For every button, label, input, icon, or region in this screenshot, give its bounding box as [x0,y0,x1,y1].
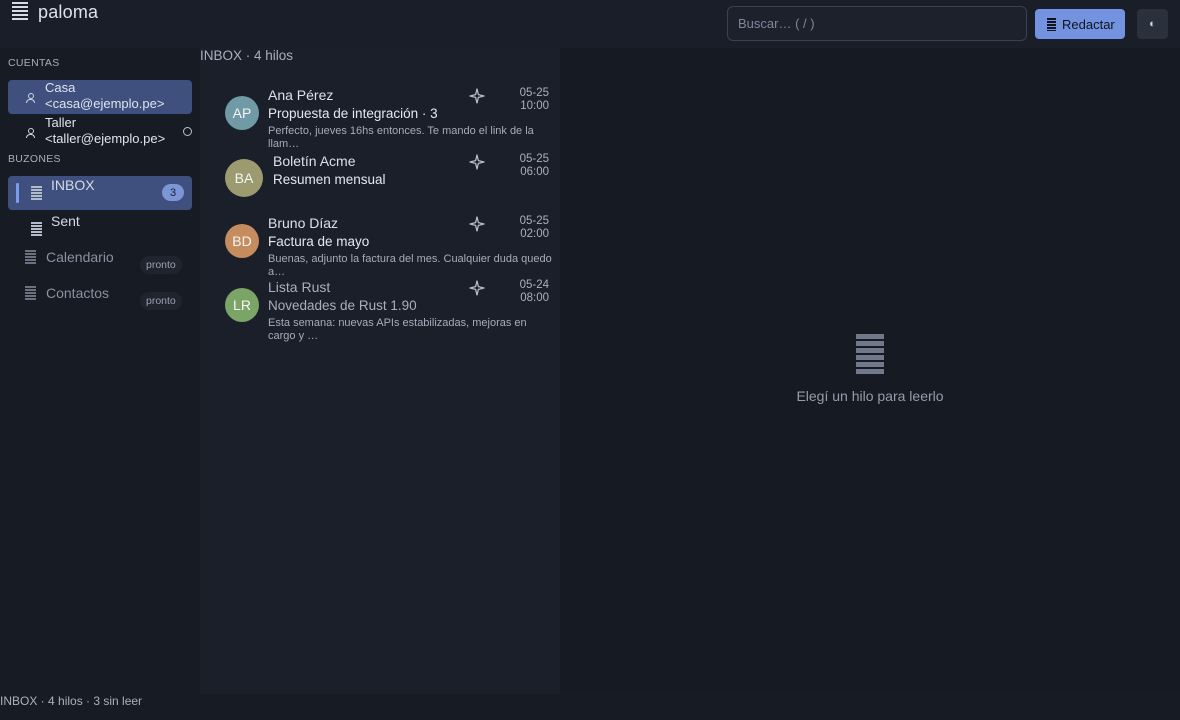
account-item-taller[interactable]: Taller <taller@ejemplo.pe> [8,115,192,149]
search-input[interactable] [727,6,1027,41]
calendar-icon [25,250,36,265]
mailbox-icon [31,186,42,201]
empty-state-text: Elegí un hilo para leerlo [796,388,944,404]
avatar: BA [225,159,263,197]
account-email: <taller@ejemplo.pe> [45,131,166,146]
reading-pane: Elegí un hilo para leerlo [560,48,1180,694]
account-name: Taller [45,115,77,130]
soon-badge: pronto [140,256,182,274]
contacts-icon [25,286,36,301]
app-name: paloma [38,1,99,22]
account-email: <casa@ejemplo.pe> [45,96,165,111]
sidebar: CUENTAS Casa <casa@ejemplo.pe> Taller <t… [0,48,200,694]
thread-list: INBOX · 4 hilos AP Ana Pérez Propuesta d… [200,48,560,694]
thread-date: 05-25 10:00 [519,87,549,112]
mailbox-label: Calendario [46,249,114,265]
brand: paloma [12,0,98,24]
thread-date: 05-24 08:00 [519,279,549,304]
mailbox-item-calendario[interactable]: Calendario pronto [8,248,192,282]
mailbox-label: INBOX [51,177,95,193]
thread-item[interactable]: LR Lista Rust Novedades de Rust 1.90 Est… [225,278,555,344]
user-icon [26,93,35,103]
user-icon [26,128,35,138]
stack-icon [12,2,28,22]
sparkle-icon[interactable] [469,280,485,296]
sparkle-icon[interactable] [469,154,485,170]
account-item-casa[interactable]: Casa <casa@ejemplo.pe> [8,80,192,114]
thread-date: 05-25 06:00 [519,153,549,178]
thread-item[interactable]: BD Bruno Díaz Factura de mayo Buenas, ad… [225,214,555,276]
thread-sender: Ana Pérez [268,87,334,103]
thread-subject: Novedades de Rust 1.90 [268,298,417,313]
thread-subject: Factura de mayo [268,234,370,249]
avatar: AP [225,96,259,130]
thread-sender: Bruno Díaz [268,215,339,231]
status-circle-icon [183,127,192,136]
account-label: Taller <taller@ejemplo.pe> [45,115,165,147]
thread-item[interactable]: BA Boletín Acme Resumen mensual 05-25 06… [225,152,555,214]
account-name: Casa [45,80,76,95]
top-bar: paloma Redactar ◐ [0,0,1180,48]
sparkle-icon[interactable] [469,216,485,232]
mailboxes-section-title: BUZONES [8,153,61,165]
compose-button[interactable]: Redactar [1035,9,1125,39]
unread-count-badge: 3 [162,184,184,201]
mailbox-item-inbox[interactable]: INBOX 3 [8,176,192,210]
compose-icon [1047,17,1056,31]
compose-label: Redactar [1062,16,1115,32]
mailbox-item-contactos[interactable]: Contactos pronto [8,284,192,318]
thread-subject: Resumen mensual [273,172,386,187]
account-label: Casa <casa@ejemplo.pe> [45,80,164,112]
thread-sender: Boletín Acme [273,153,356,169]
thread-snippet: Buenas, adjunto la factura del mes. Cual… [268,253,552,276]
mailbox-icon [31,222,42,237]
thread-item[interactable]: AP Ana Pérez Propuesta de integración · … [225,86,555,148]
app-window: paloma Redactar ◐ CUENTAS Casa <casa@eje… [0,0,1180,720]
theme-toggle-button[interactable]: ◐ [1137,9,1168,39]
stack-icon [856,334,884,376]
thread-snippet: Esta semana: nuevas APIs estabilizadas, … [268,317,527,342]
avatar: LR [225,288,259,322]
thread-list-header: INBOX · 4 hilos [200,48,294,63]
status-bar: INBOX · 4 hilos · 3 sin leer [0,694,1180,720]
thread-snippet: Perfecto, jueves 16hs entonces. Te mando… [268,125,534,148]
accounts-section-title: CUENTAS [8,57,60,69]
soon-badge: pronto [140,292,182,310]
active-indicator [16,183,19,203]
mailbox-label: Contactos [46,285,110,301]
sparkle-icon[interactable] [469,88,485,104]
mailbox-label: Sent [51,213,80,229]
thread-sender: Lista Rust [268,279,331,295]
avatar: BD [225,224,259,258]
thread-subject: Propuesta de integración · 3 [268,106,438,121]
thread-date: 05-25 02:00 [519,215,549,240]
status-text: INBOX · 4 hilos · 3 sin leer [0,694,143,708]
mailbox-item-sent[interactable]: Sent [8,212,192,246]
